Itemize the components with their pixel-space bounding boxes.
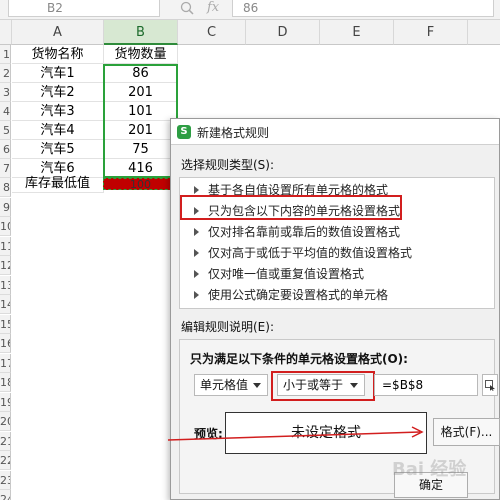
condition-field-select[interactable]: 单元格值 — [194, 374, 268, 396]
cell-b6[interactable]: 75 — [104, 140, 178, 159]
row-header[interactable]: 16 — [0, 334, 11, 353]
range-picker-button[interactable] — [482, 374, 498, 396]
triangle-right-icon — [194, 207, 199, 215]
cell-b3[interactable]: 201 — [104, 83, 178, 102]
row-header[interactable]: 10 — [0, 217, 11, 236]
name-box[interactable]: B2 — [8, 0, 160, 17]
formula-bar: B2 fx 86 — [0, 0, 500, 20]
cell-a3[interactable]: 汽车2 — [12, 83, 104, 102]
condition-operator-select[interactable]: 小于或等于 — [277, 374, 365, 396]
cell-a1[interactable]: 货物名称 — [12, 45, 104, 64]
cell-a2[interactable]: 汽车1 — [12, 64, 104, 83]
row-header[interactable]: 8 — [0, 178, 11, 197]
column-header-e[interactable]: E — [320, 20, 394, 45]
format-preview-box: 未设定格式 — [225, 412, 427, 454]
cell-a4[interactable]: 汽车3 — [12, 102, 104, 121]
column-header-d[interactable]: D — [246, 20, 320, 45]
row-header[interactable]: 14 — [0, 295, 11, 314]
cell-a6[interactable]: 汽车5 — [12, 140, 104, 159]
rule-type-item[interactable]: 基于各自值设置所有单元格的格式 — [194, 180, 388, 201]
row-header[interactable]: 11 — [0, 236, 11, 256]
row-header[interactable]: 17 — [0, 353, 11, 373]
triangle-right-icon — [194, 228, 199, 236]
watermark: Bai 经验 — [392, 459, 467, 480]
row-header[interactable]: 18 — [0, 373, 11, 392]
row-header[interactable]: 15 — [0, 314, 11, 334]
row-header[interactable]: 13 — [0, 275, 11, 295]
row-header[interactable]: 21 — [0, 431, 11, 451]
rule-type-item[interactable]: 仅对排名靠前或靠后的数值设置格式 — [194, 222, 400, 243]
cell-b8[interactable]: 100 — [103, 178, 178, 190]
column-header-b[interactable]: B — [104, 20, 178, 45]
row-header[interactable]: 20 — [0, 412, 11, 431]
row-header[interactable]: 12 — [0, 256, 11, 275]
cell-a8[interactable]: 库存最低值 — [12, 174, 104, 193]
row-header[interactable]: 7 — [0, 159, 11, 178]
fx-icon[interactable]: fx — [207, 0, 219, 15]
dropdown-arrow-icon — [253, 383, 261, 388]
range-select-icon — [485, 380, 495, 391]
row-header[interactable]: 24 — [0, 490, 11, 500]
cell-b7[interactable]: 416 — [104, 159, 178, 178]
cell-b5[interactable]: 201 — [104, 121, 178, 140]
dropdown-arrow-icon — [350, 383, 358, 388]
rule-type-label: 选择规则类型(S): — [181, 158, 275, 172]
row-header[interactable]: 1 — [0, 45, 11, 64]
preview-label: 预览: — [194, 427, 223, 441]
format-button[interactable]: 格式(F)... — [433, 418, 500, 446]
column-header-c[interactable]: C — [178, 20, 246, 45]
zoom-icon[interactable] — [180, 1, 194, 18]
row-header[interactable]: 23 — [0, 470, 11, 490]
row-header[interactable]: 9 — [0, 197, 11, 217]
edit-rule-label: 编辑规则说明(E): — [181, 320, 274, 334]
rule-type-item-selected[interactable]: 只为包含以下内容的单元格设置格式 — [194, 201, 400, 222]
rule-type-list: 基于各自值设置所有单元格的格式 只为包含以下内容的单元格设置格式 仅对排名靠前或… — [179, 177, 495, 309]
row-header[interactable]: 2 — [0, 64, 11, 83]
rule-type-item[interactable]: 仅对唯一值或重复值设置格式 — [194, 264, 364, 285]
condition-heading: 只为满足以下条件的单元格设置格式(O): — [190, 352, 408, 366]
column-header-g[interactable] — [468, 20, 500, 45]
cell-b1[interactable]: 货物数量 — [104, 45, 178, 64]
rule-type-item[interactable]: 使用公式确定要设置格式的单元格 — [194, 285, 388, 306]
formula-input[interactable]: 86 — [232, 0, 494, 17]
row-header[interactable]: 4 — [0, 102, 11, 121]
app-logo-icon: S — [177, 125, 191, 139]
triangle-right-icon — [194, 270, 199, 278]
triangle-right-icon — [194, 291, 199, 299]
cell-b4[interactable]: 101 — [104, 102, 178, 121]
triangle-right-icon — [194, 249, 199, 257]
row-header[interactable]: 6 — [0, 140, 11, 159]
dialog-title: 新建格式规则 — [197, 126, 270, 140]
triangle-right-icon — [194, 186, 199, 194]
row-header[interactable]: 22 — [0, 451, 11, 470]
cell-a5[interactable]: 汽车4 — [12, 121, 104, 140]
column-header-a[interactable]: A — [12, 20, 104, 45]
rule-type-item[interactable]: 仅对高于或低于平均值的数值设置格式 — [194, 243, 412, 264]
row-header[interactable]: 3 — [0, 83, 11, 102]
column-header-f[interactable]: F — [394, 20, 468, 45]
row-header[interactable]: 5 — [0, 121, 11, 140]
row-header[interactable]: 19 — [0, 392, 11, 412]
condition-value-input[interactable]: =$B$8 — [374, 374, 478, 396]
dialog-title-bar[interactable]: S 新建格式规则 — [171, 119, 499, 145]
select-all-corner[interactable] — [0, 20, 12, 45]
cell-b2[interactable]: 86 — [104, 64, 178, 83]
